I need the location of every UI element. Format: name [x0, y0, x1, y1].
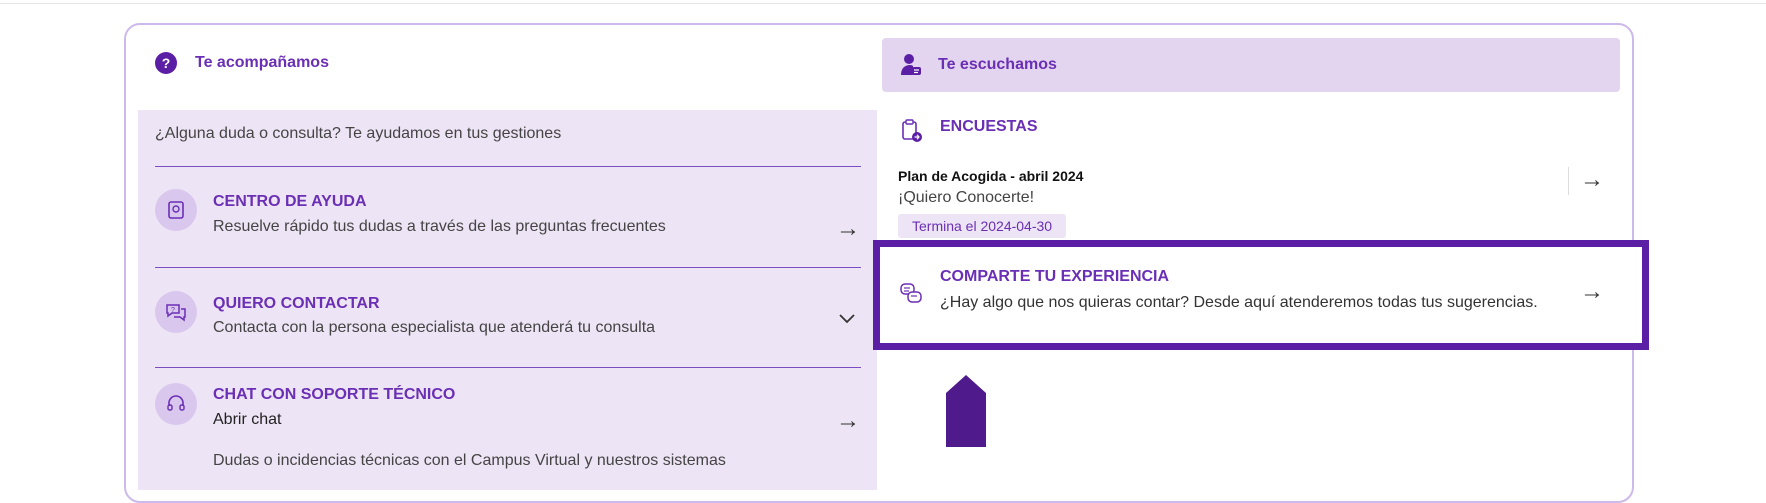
left-header-title: Te acompañamos: [195, 54, 329, 71]
question-icon: ?: [155, 52, 177, 74]
vertical-separator: [1568, 167, 1569, 195]
divider: [155, 367, 861, 368]
survey-arrow-icon[interactable]: →: [1580, 168, 1604, 192]
survey-subtitle: ¡Quiero Conocerte!: [898, 189, 1035, 206]
share-experience-subtitle: ¿Hay algo que nos quieras contar? Desde …: [940, 294, 1538, 311]
right-header: Te escuchamos: [882, 38, 1620, 92]
help-center-arrow-icon[interactable]: →: [836, 217, 860, 241]
divider: [155, 166, 861, 167]
contact-subtitle: Contacta con la persona especialista que…: [213, 319, 656, 336]
right-header-title: Te escuchamos: [938, 56, 1057, 73]
surveys-title: ENCUESTAS: [940, 118, 1038, 135]
left-header: ? Te acompañamos: [155, 52, 329, 74]
open-chat-link[interactable]: Abrir chat: [213, 411, 281, 429]
survey-name[interactable]: Plan de Acogida - abril 2024: [898, 168, 1083, 184]
help-center-subtitle: Resuelve rápido tus dudas a través de la…: [213, 218, 666, 235]
chevron-down-icon[interactable]: [838, 306, 856, 330]
divider: [155, 267, 861, 268]
help-book-icon: [155, 189, 197, 231]
headset-icon: [155, 383, 197, 425]
clipboard-icon: [902, 119, 922, 142]
tech-support-detail: Dudas o incidencias técnicas con el Camp…: [213, 452, 726, 469]
help-center-title[interactable]: CENTRO DE AYUDA: [213, 193, 367, 211]
tech-support-arrow-icon[interactable]: →: [836, 409, 860, 433]
survey-deadline-badge: Termina el 2024-04-30: [898, 214, 1067, 238]
top-divider: [0, 3, 1766, 4]
contact-title[interactable]: QUIERO CONTACTAR: [213, 295, 380, 313]
person-chat-icon: [901, 54, 921, 75]
help-intro: ¿Alguna duda o consulta? Te ayudamos en …: [155, 125, 562, 142]
share-experience-arrow-icon[interactable]: →: [1580, 280, 1604, 304]
contact-chat-icon: ?: [155, 291, 197, 333]
feedback-chat-icon: [900, 283, 922, 303]
svg-text:?: ?: [171, 307, 175, 314]
tech-support-title[interactable]: CHAT CON SOPORTE TÉCNICO: [213, 386, 455, 404]
share-experience-title[interactable]: COMPARTE TU EXPERIENCIA: [940, 268, 1169, 286]
